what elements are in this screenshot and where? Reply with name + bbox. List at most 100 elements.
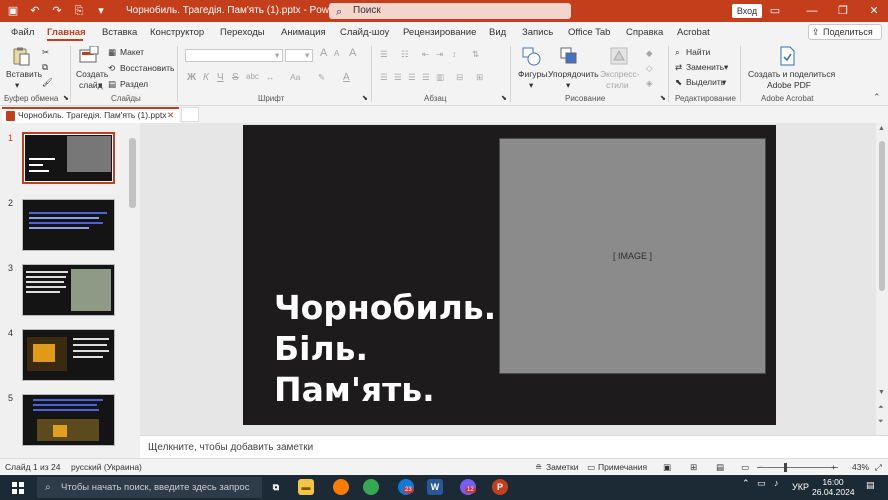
notes-icon[interactable]: ≘ [535, 462, 542, 473]
create-pdf-label-2[interactable]: Adobe PDF [767, 80, 811, 90]
ribbon-display-options-icon[interactable]: ▭ [767, 3, 783, 19]
layout-button[interactable]: Макет [120, 47, 144, 57]
collapse-ribbon-icon[interactable]: ⌃ [873, 92, 881, 103]
search-box[interactable]: ⌕ Поиск [329, 3, 571, 19]
smartart-icon[interactable]: ⊞ [476, 72, 483, 83]
tab-transitions[interactable]: Переходы [220, 27, 265, 38]
paste-label[interactable]: Вставить [6, 69, 42, 79]
powerpoint-icon[interactable]: P [492, 479, 508, 495]
normal-view-icon[interactable]: ▣ [663, 462, 671, 473]
shape-fill-icon[interactable]: ◆ [646, 48, 653, 59]
reading-view-icon[interactable]: ▤ [716, 462, 724, 473]
task-view-icon[interactable]: ⧉ [268, 479, 284, 495]
zoom-slider-thumb[interactable] [784, 463, 787, 472]
system-clock[interactable]: 16:00 26.04.2024 [812, 477, 855, 497]
tab-insert[interactable]: Вставка [102, 27, 137, 38]
customize-qat-icon[interactable]: ▾ [94, 4, 108, 18]
bullets-icon[interactable]: ☰ [380, 49, 388, 60]
tab-file[interactable]: Файл [11, 27, 34, 38]
tab-review[interactable]: Рецензирование [403, 27, 476, 38]
slide-thumbnail-2[interactable] [22, 199, 115, 251]
restore-icon[interactable]: ❐ [835, 3, 851, 19]
justify-icon[interactable]: ☰ [422, 72, 430, 83]
text-direction-icon[interactable]: ⇅ [472, 49, 479, 60]
tab-acrobat[interactable]: Acrobat [677, 27, 710, 38]
replace-icon[interactable]: ⇄ [675, 62, 682, 73]
volume-icon[interactable]: ♪ [774, 478, 779, 488]
clear-formatting-icon[interactable]: A [349, 47, 356, 59]
format-painter-icon[interactable]: 🖌 [42, 77, 53, 88]
change-case-button[interactable]: Aa [290, 72, 300, 82]
reset-button[interactable]: Восстановить [120, 63, 174, 73]
numbering-icon[interactable]: ☷ [401, 49, 409, 60]
slide-thumbnail-4[interactable] [22, 329, 115, 381]
shadow-button[interactable]: abc [246, 72, 259, 81]
new-tab-button[interactable] [181, 107, 199, 122]
shape-effects-icon[interactable]: ◈ [646, 78, 653, 89]
notes-button[interactable]: Заметки [546, 462, 579, 472]
decrease-font-icon[interactable]: A [334, 49, 339, 58]
select-icon[interactable]: ⬉ [675, 77, 682, 88]
section-icon[interactable]: ▤ [108, 79, 116, 90]
tab-design[interactable]: Конструктор [150, 27, 204, 38]
font-name-box[interactable] [185, 49, 283, 62]
paste-icon[interactable] [11, 46, 31, 66]
align-left-icon[interactable]: ☰ [380, 72, 388, 83]
quick-styles-icon[interactable] [609, 46, 629, 66]
zoom-slider[interactable] [757, 467, 838, 468]
align-text-icon[interactable]: ⊟ [456, 72, 463, 83]
tab-home[interactable]: Главная [47, 27, 86, 38]
thumbnail-scroll-thumb[interactable] [129, 138, 136, 208]
windows-start-icon[interactable] [12, 482, 24, 494]
layout-icon[interactable]: ▦ [108, 47, 116, 58]
file-explorer-icon[interactable]: ▬ [298, 479, 314, 495]
strikethrough-button[interactable]: S [232, 72, 239, 83]
char-spacing-icon[interactable]: ↔ [266, 72, 275, 82]
paste-dropdown-icon[interactable]: ▾ [15, 80, 19, 91]
tab-slideshow[interactable]: Слайд-шоу [340, 27, 389, 38]
align-right-icon[interactable]: ☰ [408, 72, 416, 83]
current-slide[interactable]: [ IMAGE ] Чорнобиль. Біль. Пам'ять. [243, 125, 776, 425]
undo-icon[interactable]: ↶ [28, 4, 42, 18]
slide-thumbnail-3[interactable] [22, 264, 115, 316]
quick-styles-label-2[interactable]: стили [606, 80, 629, 90]
quick-styles-label-1[interactable]: Экспресс- [600, 69, 640, 79]
scroll-up-icon[interactable]: ▲ [878, 125, 885, 132]
notifications-icon[interactable]: ▤ [866, 480, 875, 491]
zoom-level[interactable]: 43% [852, 462, 869, 472]
slide-sorter-icon[interactable]: ⊞ [690, 462, 697, 473]
thumbnail-scrollbar[interactable] [128, 131, 137, 458]
tab-office-tab[interactable]: Office Tab [568, 27, 610, 38]
select-button[interactable]: Выделить [686, 77, 725, 87]
font-color-button[interactable]: A [343, 72, 350, 83]
shapes-label[interactable]: Фигуры [518, 69, 547, 79]
present-icon[interactable]: ⎘ [72, 4, 86, 18]
language-indicator[interactable]: русский (Украина) [71, 462, 142, 472]
new-slide-icon[interactable] [79, 46, 99, 66]
minimize-icon[interactable]: — [804, 3, 820, 19]
increase-font-icon[interactable]: A [320, 47, 327, 59]
word-icon[interactable]: W [427, 479, 443, 495]
slide-vertical-scrollbar[interactable]: ▲ ▼ ⏶ ⏷ [876, 123, 888, 435]
shapes-icon[interactable] [521, 46, 541, 66]
underline-button[interactable]: Ч [217, 72, 224, 83]
share-button[interactable]: ⇪ Поделиться [808, 24, 882, 40]
section-button[interactable]: Раздел [120, 79, 148, 89]
paragraph-launcher-icon[interactable]: ⬊ [501, 94, 507, 102]
reset-icon[interactable]: ⟲ [108, 63, 115, 74]
find-icon[interactable]: ⌕ [675, 47, 680, 58]
slide-title[interactable]: Чорнобиль. Біль. Пам'ять. [274, 287, 496, 410]
font-size-dropdown-icon[interactable]: ▾ [305, 50, 309, 61]
tab-view[interactable]: Вид [489, 27, 506, 38]
close-icon[interactable]: ✕ [866, 3, 882, 19]
highlight-icon[interactable]: ✎ [318, 72, 325, 83]
firefox-icon[interactable] [333, 479, 349, 495]
notes-pane[interactable]: Щелкните, чтобы добавить заметки [140, 435, 888, 458]
columns-icon[interactable]: ▥ [436, 72, 444, 83]
arrange-icon[interactable] [559, 46, 579, 66]
line-spacing-icon[interactable]: ↕ [452, 49, 456, 59]
bold-button[interactable]: Ж [187, 72, 196, 83]
save-icon[interactable]: ▣ [6, 4, 20, 18]
previous-slide-icon[interactable]: ⏶ [878, 404, 884, 412]
slide-thumbnail-1[interactable] [22, 132, 115, 184]
